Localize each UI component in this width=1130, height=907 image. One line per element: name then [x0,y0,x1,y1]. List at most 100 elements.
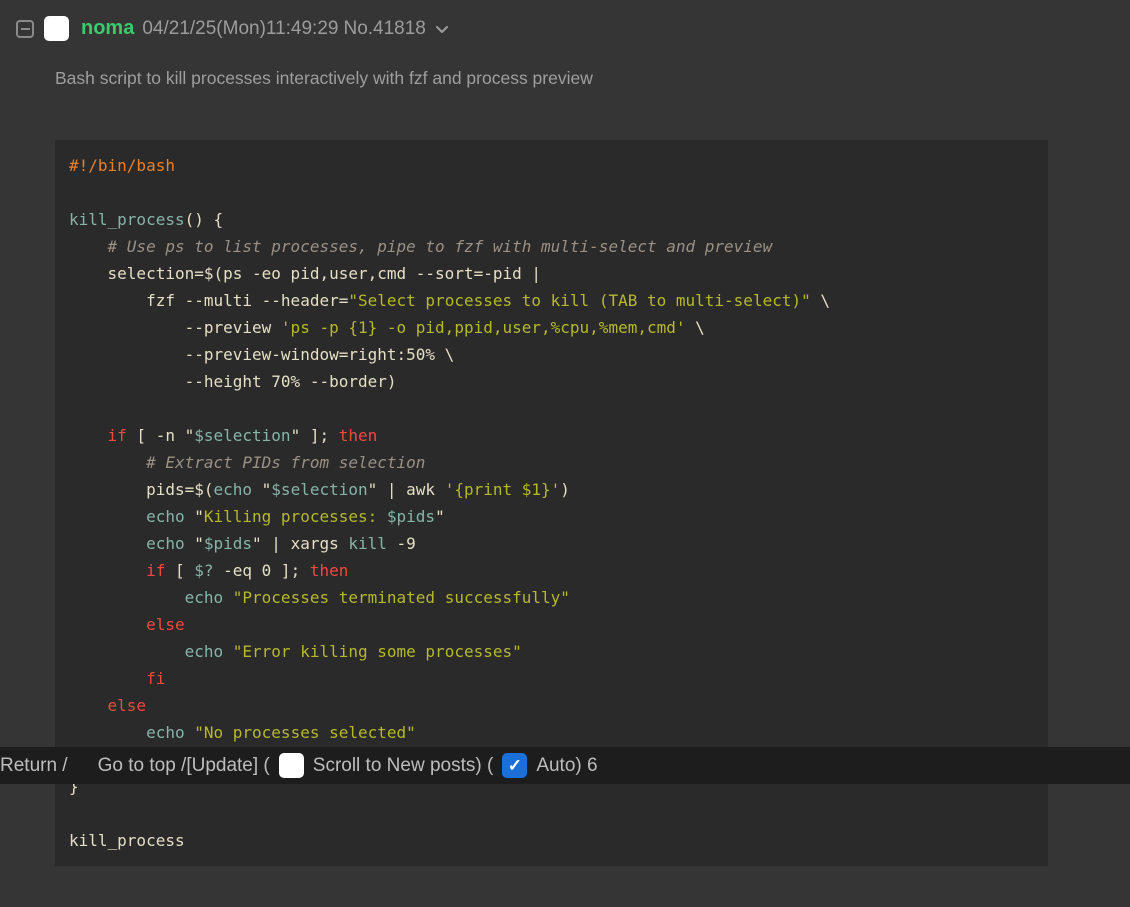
code-token: -9 [387,534,416,553]
code-token: pids=$( [69,480,214,499]
code-token: [ -n " [127,426,194,445]
code-token: " [185,534,204,553]
code-token: -eq 0 ]; [214,561,310,580]
code-token: $pids [387,507,435,526]
code-token: then [339,426,378,445]
code-token: echo [185,588,224,607]
code-line: echo "No processes selected" [69,719,1034,746]
code-token [69,588,185,607]
code-line: else [69,611,1034,638]
code-token: ) [560,480,570,499]
code-token: Killing processes: [204,507,387,526]
code-token: else [69,615,185,634]
post-message: Bash script to kill processes interactiv… [55,68,1130,89]
code-token: () { [185,210,224,229]
go-to-top-link[interactable]: Go to top / [98,755,187,777]
code-token [69,642,185,661]
code-token: 'ps -p {1} -o pid,ppid,user,%cpu,%mem,cm… [281,318,686,337]
code-token: echo [214,480,253,499]
code-token [223,588,233,607]
code-line: kill_process [69,827,1034,854]
code-token [223,642,233,661]
code-token: kill_process [69,210,185,229]
code-line: # Extract PIDs from selection [69,449,1034,476]
code-line: # Use ps to list processes, pipe to fzf … [69,233,1034,260]
code-token: " [252,480,271,499]
code-token: --preview [69,318,281,337]
code-line: fi [69,665,1034,692]
code-line [69,395,1034,422]
code-line: if [ $? -eq 0 ]; then [69,557,1034,584]
code-line: kill_process() { [69,206,1034,233]
code-token: fi [69,669,165,688]
check-icon: ✓ [508,757,522,774]
post-header: noma 04/21/25(Mon)11:49:29 No.41818 [0,0,1130,41]
scroll-to-new-posts-label: Scroll to New posts) ( [313,755,494,777]
code-token: if [69,561,165,580]
code-token: echo [146,723,185,742]
code-line: #!/bin/bash [69,152,1034,179]
code-line: if [ -n "$selection" ]; then [69,422,1034,449]
code-line: echo "$pids" | xargs kill -9 [69,530,1034,557]
code-token [185,723,195,742]
post-timestamp: 04/21/25(Mon)11:49:29 [142,18,338,40]
code-token: echo [185,642,224,661]
code-token: " | awk [368,480,445,499]
code-line [69,179,1034,206]
bottom-bar: Return / Go to top / [Update] ( Scroll t… [0,747,1130,784]
poster-name: noma [81,17,134,40]
code-token: echo [146,534,185,553]
post-select-checkbox[interactable] [44,16,69,41]
code-token: "Select processes to kill (TAB to multi-… [348,291,810,310]
code-token: " ]; [291,426,339,445]
code-token: \ [686,318,705,337]
code-line: else [69,692,1034,719]
code-line: --height 70% --border) [69,368,1034,395]
code-token: # Use ps to list processes, pipe to fzf … [69,237,772,256]
post-number[interactable]: No.41818 [343,18,425,40]
code-token: kill_process [69,831,185,850]
thread-post: noma 04/21/25(Mon)11:49:29 No.41818 Bash… [0,0,1130,89]
chevron-down-icon[interactable] [434,21,450,37]
code-token: " | xargs [252,534,348,553]
code-token: $? [194,561,213,580]
code-token: '{print $1}' [445,480,561,499]
code-token: "Processes terminated successfully" [233,588,570,607]
minus-glyph [21,28,30,30]
auto-label: Auto) 6 [536,755,597,777]
code-line: echo "Killing processes: $pids" [69,503,1034,530]
code-token: then [310,561,349,580]
code-token: --height 70% --border) [69,372,397,391]
return-link[interactable]: Return / [0,755,68,777]
code-token: echo [146,507,185,526]
code-line: pids=$(echo "$selection" | awk '{print $… [69,476,1034,503]
scroll-to-new-posts-checkbox[interactable] [279,753,304,778]
code-token: $selection [271,480,367,499]
code-token [69,723,146,742]
code-line: echo "Error killing some processes" [69,638,1034,665]
code-token: [ [165,561,194,580]
code-token: $pids [204,534,252,553]
code-token [69,507,146,526]
code-token: selection=$(ps -eo pid,user,cmd --sort=-… [69,264,541,283]
code-token: --preview-window=right:50% \ [69,345,454,364]
code-token: \ [811,291,830,310]
code-token: fzf --multi --header= [69,291,348,310]
code-token: # Extract PIDs from selection [69,453,425,472]
code-token: kill [348,534,387,553]
auto-update-checkbox[interactable]: ✓ [502,753,527,778]
code-token: "No processes selected" [194,723,416,742]
code-line: fzf --multi --header="Select processes t… [69,287,1034,314]
collapse-post-icon[interactable] [16,20,34,38]
code-line: --preview 'ps -p {1} -o pid,ppid,user,%c… [69,314,1034,341]
code-line [69,800,1034,827]
code-token: else [69,696,146,715]
paren-open: ( [258,755,270,777]
code-token: #!/bin/bash [69,156,175,175]
code-line: --preview-window=right:50% \ [69,341,1034,368]
code-token [69,534,146,553]
code-line: echo "Processes terminated successfully" [69,584,1034,611]
code-token: $selection [194,426,290,445]
code-token: " [185,507,204,526]
update-link[interactable]: [Update] [186,755,258,777]
